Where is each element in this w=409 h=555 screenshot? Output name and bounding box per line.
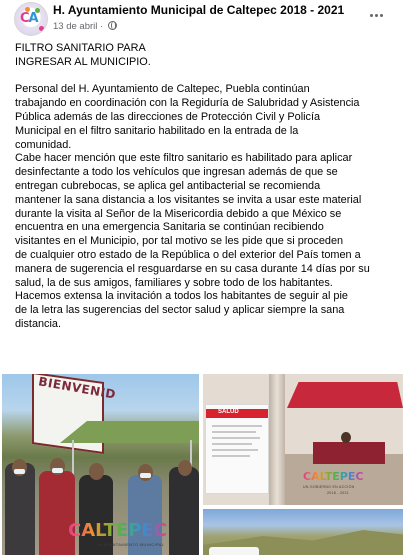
post-body-line: Hacemos extensa la invitación a todos lo… xyxy=(15,290,348,303)
post-body-line: de cualquier otro estado de la República… xyxy=(15,248,361,261)
post-date[interactable]: 13 de abril xyxy=(53,21,97,32)
poster-line xyxy=(212,449,258,451)
post-body-line: durante la visita al Señor de la Miseric… xyxy=(15,207,342,220)
photo-filter-team[interactable]: BIENVENID CALTEPEC H. AYUNTAMIENTO MUNIC… xyxy=(2,374,199,555)
more-options-icon-dot xyxy=(374,13,378,17)
page-avatar[interactable]: CA xyxy=(14,2,48,36)
post-body-line: entregan cubrebocas, se aplica gel antib… xyxy=(15,179,321,192)
page-name-link[interactable]: H. Ayuntamiento Municipal de Caltepec 20… xyxy=(53,3,344,17)
caltepec-watermark: CALTEPEC xyxy=(303,470,363,483)
person xyxy=(5,463,35,555)
red-canopy xyxy=(287,382,403,408)
post-body-line: visitantes en el Municipio, por tal moti… xyxy=(15,235,344,248)
photo-grid: BIENVENID CALTEPEC H. AYUNTAMIENTO MUNIC… xyxy=(0,373,409,555)
face-mask xyxy=(14,469,25,474)
watermark-text: CALTEPEC xyxy=(303,470,364,483)
post-header: CA H. Ayuntamiento Municipal de Caltepec… xyxy=(0,0,409,40)
more-options-icon-dot xyxy=(379,13,383,17)
post-body-line: distancia. xyxy=(15,317,62,330)
watermark-subtitle: H. AYUNTAMIENTO MUNICIPAL xyxy=(98,542,165,547)
more-options-icon xyxy=(369,13,373,17)
post-message: FILTRO SANITARIO PARA INGRESAR AL MUNICI… xyxy=(15,42,400,332)
photo-hillside[interactable] xyxy=(203,509,403,555)
meta-separator: · xyxy=(100,21,104,32)
face-mask xyxy=(140,473,151,478)
post-meta: 13 de abril · xyxy=(53,21,117,32)
person xyxy=(169,467,199,555)
poster-line xyxy=(212,443,252,445)
poster-title: SALUD xyxy=(218,409,239,415)
watermark-years: 2018 - 2021 xyxy=(327,491,349,495)
person xyxy=(39,471,75,555)
post-body-line: Personal del H. Ayuntamiento de Caltepec… xyxy=(15,83,310,96)
face-mask xyxy=(52,468,63,473)
station-table xyxy=(313,442,385,464)
post-body-line: mantener la sana distancia a los visitan… xyxy=(15,193,362,206)
white-vehicle xyxy=(209,547,259,555)
caltepec-logo: CA xyxy=(20,11,39,26)
person-head xyxy=(178,460,192,476)
poster-line xyxy=(212,431,256,433)
post-body-line: encuentra en una emergencia Sanitaria se… xyxy=(15,221,324,234)
watermark-text: CALTEPEC xyxy=(68,520,167,541)
post-body-line: comunidad. xyxy=(15,138,72,151)
post-body-line: desinfectante a todo los vehículos que i… xyxy=(15,166,338,179)
post-title-line: FILTRO SANITARIO PARA xyxy=(15,42,146,54)
post-body-line: Municipal en el filtro sanitario habilit… xyxy=(15,124,299,137)
watermark-subtitle: UN GOBIERNO EN ACCIÓN xyxy=(303,485,355,489)
person-head xyxy=(89,463,104,480)
building-pillar xyxy=(269,374,285,505)
post-body-line: trabajando en coordinación con la Regidu… xyxy=(15,97,360,110)
post-body-line: manera de sugerencia el resguardarse en … xyxy=(15,262,370,275)
health-poster: SALUD xyxy=(205,404,269,494)
caltepec-watermark: CALTEPEC xyxy=(68,520,167,541)
post-body-line: de la letra las sugerencias del sector s… xyxy=(15,304,345,317)
poster-line xyxy=(212,425,262,427)
post-body-line: salud, la de sus amigos, familiares y so… xyxy=(15,276,333,289)
poster-line xyxy=(212,455,250,457)
photo-sanitary-station[interactable]: SALUD CALTEPEC UN GOBIERNO EN ACCIÓN 201… xyxy=(203,374,403,505)
avatar-dot xyxy=(39,26,44,31)
post-body-line: Cabe hacer mención que este filtro sanit… xyxy=(15,152,353,165)
post-body-line: Pública además de las direcciones de Pro… xyxy=(15,110,321,123)
poster-line xyxy=(212,437,260,439)
post-title-line: INGRESAR AL MUNICIPIO. xyxy=(15,55,151,68)
globe-icon xyxy=(107,21,117,30)
more-options-button[interactable] xyxy=(365,4,387,26)
person-head xyxy=(341,432,351,443)
